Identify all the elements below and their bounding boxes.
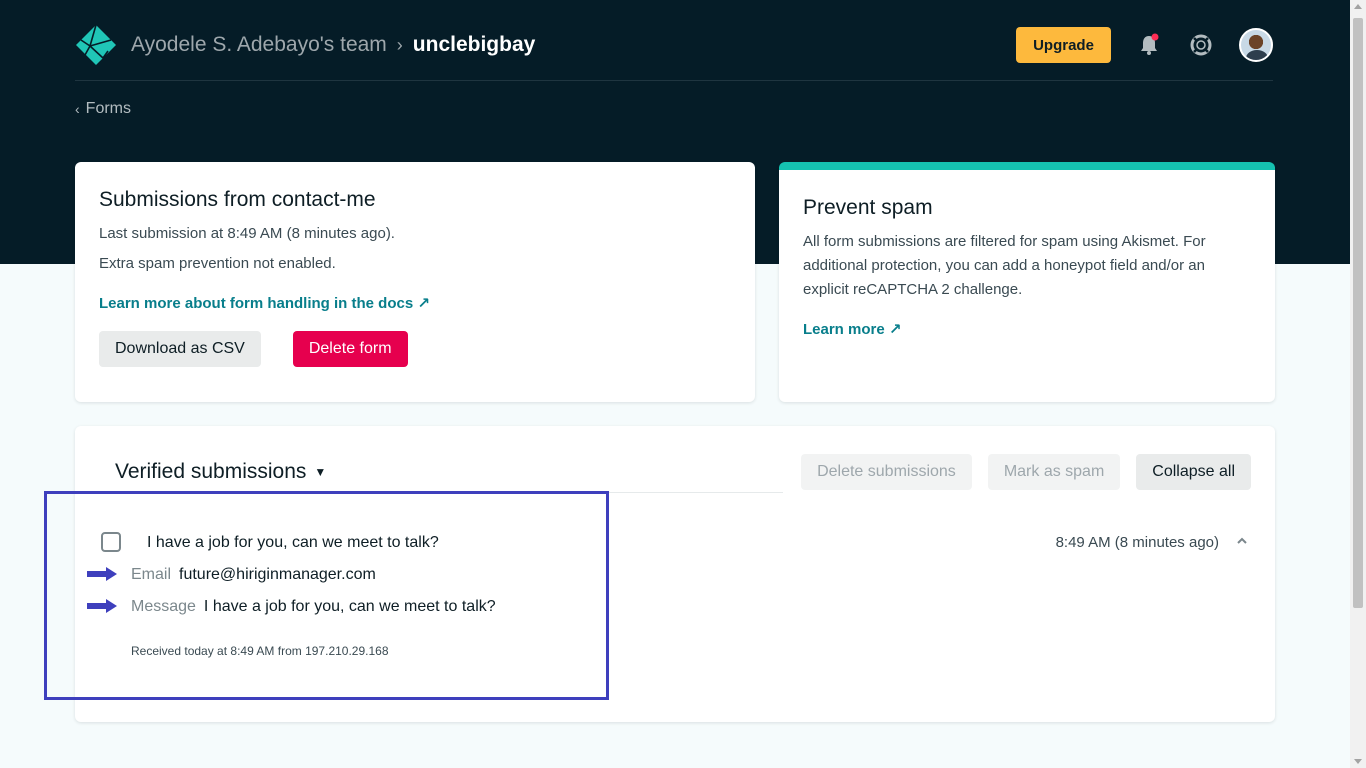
breadcrumb-separator: › [396,34,403,55]
form-summary-card: Submissions from contact-me Last submiss… [75,162,755,402]
submission-actions: Delete submissions Mark as spam Collapse… [785,454,1251,490]
annotation-highlight-box [44,491,609,700]
spam-card-description: All form submissions are filtered for sp… [803,233,1206,298]
upgrade-button[interactable]: Upgrade [1016,27,1111,63]
avatar-body [1246,50,1268,60]
submission-time: 8:49 AM (8 minutes ago) [1055,534,1219,551]
scroll-up-icon[interactable] [1354,4,1362,9]
back-link-label: Forms [85,100,131,117]
user-avatar[interactable] [1239,28,1273,62]
spam-card-title: Prevent spam [803,196,933,219]
form-title: Submissions from contact-me [99,188,376,211]
last-submission-text: Last submission at 8:49 AM (8 minutes ag… [99,225,395,242]
scrollbar-thumb[interactable] [1353,18,1363,608]
mark-as-spam-button[interactable]: Mark as spam [987,454,1121,490]
chevron-down-icon: ▼ [314,465,327,479]
top-navigation: Ayodele S. Adebayo's team › unclebigbay … [75,22,1273,68]
notification-bell-icon[interactable] [1135,31,1163,59]
netlify-logo-icon[interactable] [75,24,117,66]
team-name-link[interactable]: Ayodele S. Adebayo's team [131,33,387,57]
site-name-link[interactable]: unclebigbay [413,33,536,57]
form-actions: Download as CSV Delete form [99,331,731,367]
collapse-all-button[interactable]: Collapse all [1136,454,1251,490]
help-lifebuoy-icon[interactable] [1187,31,1215,59]
docs-link[interactable]: Learn more about form handling in the do… [99,294,430,312]
delete-submissions-button[interactable]: Delete submissions [801,454,972,490]
prevent-spam-card: Prevent spam All form submissions are fi… [779,162,1275,402]
submissions-filter-dropdown[interactable]: Verified submissions ▼ [115,460,326,484]
spam-learn-more-link[interactable]: Learn more ↗ [803,320,901,338]
download-csv-button[interactable]: Download as CSV [99,331,261,367]
chevron-up-icon[interactable] [1235,534,1249,548]
submissions-title: Verified submissions [115,460,307,483]
spam-status-text: Extra spam prevention not enabled. [99,255,336,272]
scroll-down-icon[interactable] [1354,759,1362,764]
header-divider [75,80,1273,81]
chevron-left-icon: ‹ [75,101,80,117]
delete-form-button[interactable]: Delete form [292,331,408,367]
back-to-forms-link[interactable]: ‹ Forms [75,100,131,118]
page-scrollbar[interactable] [1350,0,1366,768]
